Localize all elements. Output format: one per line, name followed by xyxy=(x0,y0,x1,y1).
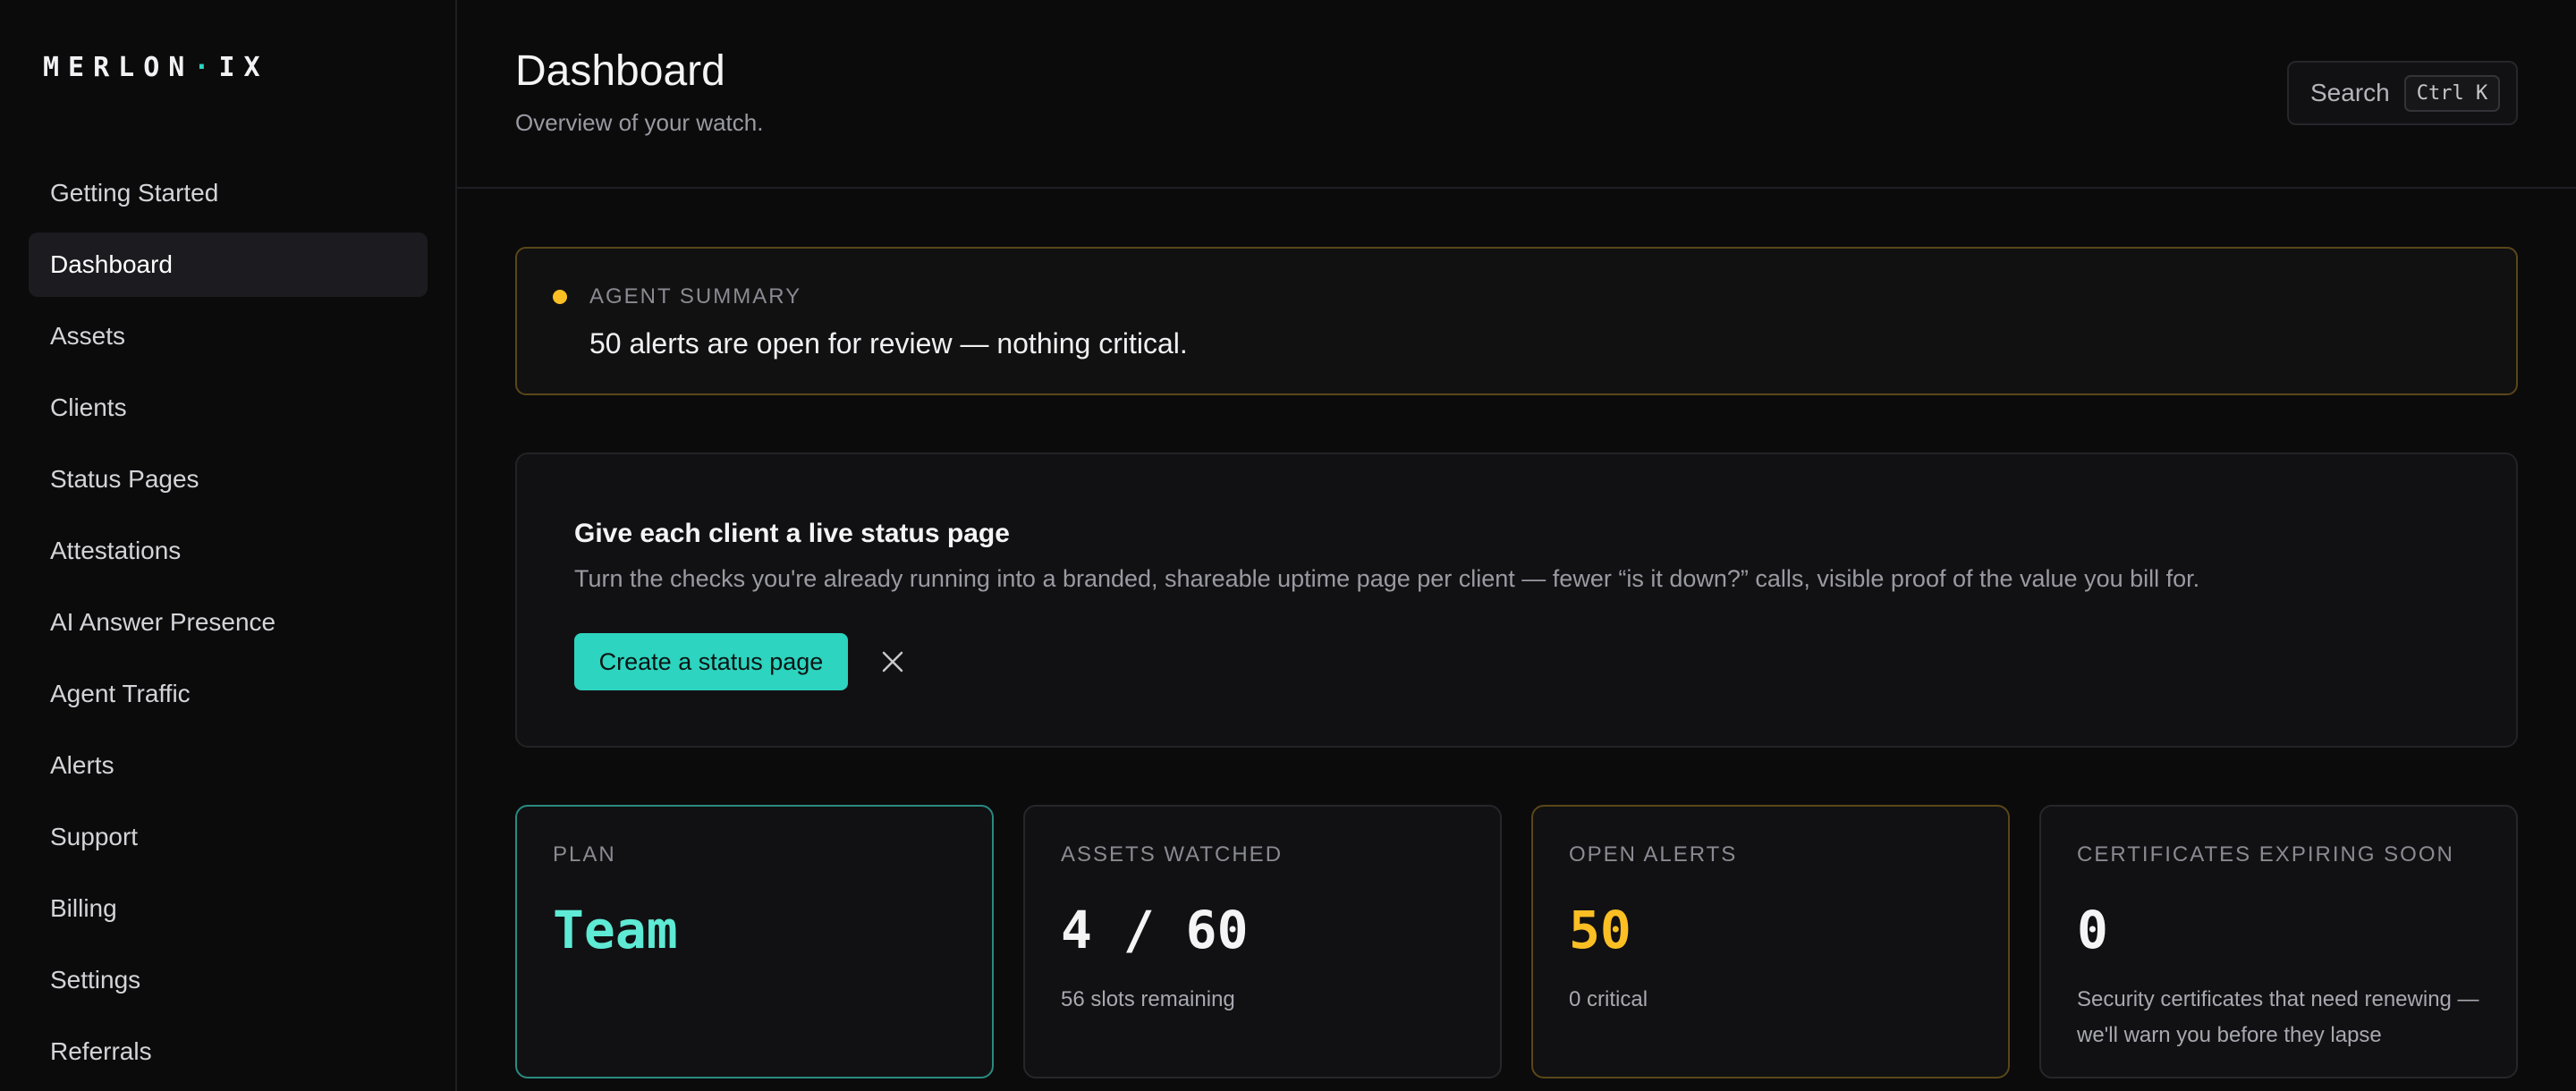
main-content: Dashboard Overview of your watch. Search… xyxy=(457,0,2576,1091)
page-subtitle: Overview of your watch. xyxy=(515,109,764,136)
sidebar-item-attestations[interactable]: Attestations xyxy=(29,519,428,583)
logo-main: MERLON xyxy=(43,52,194,83)
certificates-card-value: 0 xyxy=(2077,900,2108,960)
certificates-card-label: CERTIFICATES EXPIRING SOON xyxy=(2077,842,2454,867)
page-title: Dashboard xyxy=(515,47,725,95)
sidebar-item-agent-traffic[interactable]: Agent Traffic xyxy=(29,662,428,726)
logo-dot: · xyxy=(193,52,219,83)
plan-card-value: Team xyxy=(553,900,678,960)
sidebar-item-support[interactable]: Support xyxy=(29,805,428,869)
sidebar-item-status-pages[interactable]: Status Pages xyxy=(29,447,428,512)
certificates-card-sub: Security certificates that need renewing… xyxy=(2077,987,2479,1047)
sidebar-nav: Getting Started Dashboard Assets Clients… xyxy=(29,161,428,1091)
alerts-card-label: OPEN ALERTS xyxy=(1569,842,1738,867)
sidebar-item-ai-answer-presence[interactable]: AI Answer Presence xyxy=(29,590,428,655)
plan-card-label: PLAN xyxy=(553,842,616,867)
promo-body: Turn the checks you're already running i… xyxy=(574,565,2200,592)
alerts-card-sub: 0 critical xyxy=(1569,987,1648,1011)
sidebar-item-assets[interactable]: Assets xyxy=(29,304,428,368)
agent-summary-label: AGENT SUMMARY xyxy=(589,284,802,309)
sidebar-item-dashboard[interactable]: Dashboard xyxy=(29,233,428,297)
status-dot-icon xyxy=(553,290,567,304)
open-alerts-card[interactable]: OPEN ALERTS 50 0 critical xyxy=(1531,805,2010,1078)
assets-card-sub: 56 slots remaining xyxy=(1061,987,1235,1011)
search-button[interactable]: Search Ctrl K xyxy=(2287,61,2518,125)
assets-card-label: ASSETS WATCHED xyxy=(1061,842,1284,867)
search-label: Search xyxy=(2310,79,2390,106)
sidebar-item-alerts[interactable]: Alerts xyxy=(29,733,428,798)
dashboard-content: AGENT SUMMARY 50 alerts are open for rev… xyxy=(515,247,2518,1078)
promo-title: Give each client a live status page xyxy=(574,519,1010,548)
page-header: Dashboard Overview of your watch. Search… xyxy=(457,0,2576,189)
alerts-card-value: 50 xyxy=(1569,900,1631,960)
certificates-card[interactable]: CERTIFICATES EXPIRING SOON 0 Security ce… xyxy=(2039,805,2518,1078)
assets-card-value: 4 / 60 xyxy=(1061,900,1249,960)
sidebar-item-getting-started[interactable]: Getting Started xyxy=(29,161,428,225)
sidebar-item-clients[interactable]: Clients xyxy=(29,376,428,440)
logo[interactable]: MERLON·IX xyxy=(43,52,269,83)
close-icon[interactable] xyxy=(873,642,912,681)
sidebar: MERLON·IX Getting Started Dashboard Asse… xyxy=(0,0,457,1091)
create-status-page-button[interactable]: Create a status page xyxy=(574,633,848,690)
plan-card[interactable]: PLAN Team xyxy=(515,805,994,1078)
stat-cards: PLAN Team ASSETS WATCHED 4 / 60 56 slots… xyxy=(515,805,2518,1078)
sidebar-item-settings[interactable]: Settings xyxy=(29,948,428,1012)
status-page-promo: Give each client a live status page Turn… xyxy=(515,452,2518,748)
logo-suffix: IX xyxy=(218,52,269,83)
sidebar-item-billing[interactable]: Billing xyxy=(29,876,428,941)
agent-summary-panel: AGENT SUMMARY 50 alerts are open for rev… xyxy=(515,247,2518,395)
assets-watched-card[interactable]: ASSETS WATCHED 4 / 60 56 slots remaining xyxy=(1023,805,1502,1078)
sidebar-item-referrals[interactable]: Referrals xyxy=(29,1019,428,1084)
search-shortcut-badge: Ctrl K xyxy=(2403,74,2501,112)
agent-summary-text: 50 alerts are open for review — nothing … xyxy=(589,327,1188,359)
